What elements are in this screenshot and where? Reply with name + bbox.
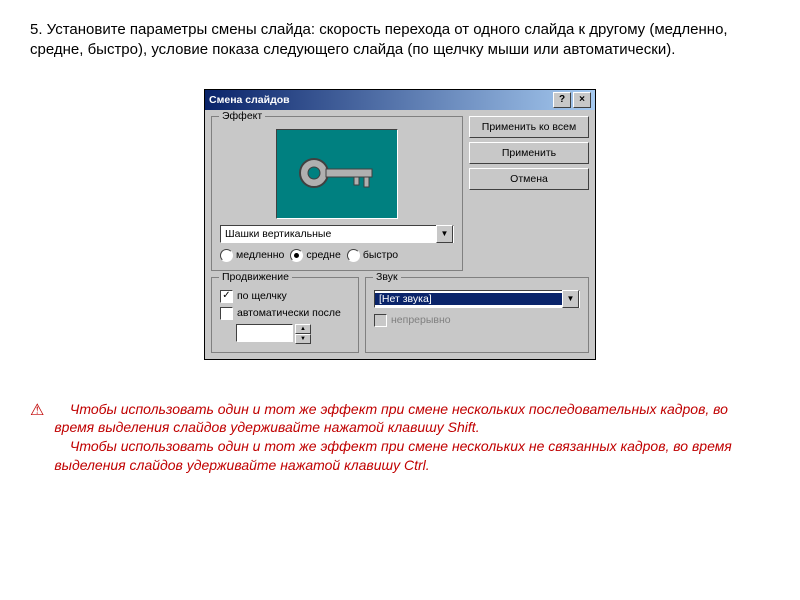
close-button[interactable]: × (573, 92, 591, 108)
chevron-down-icon[interactable]: ▼ (562, 290, 579, 308)
speed-slow-radio[interactable]: медленно (220, 249, 284, 262)
auto-after-checkbox[interactable]: автоматически после (220, 307, 350, 320)
spin-up-icon[interactable]: ▲ (295, 324, 311, 334)
apply-all-button[interactable]: Применить ко всем (469, 116, 589, 138)
effect-dropdown[interactable]: Шашки вертикальные ▼ (220, 225, 454, 243)
sound-value: [Нет звука] (375, 293, 562, 305)
advance-legend: Продвижение (219, 271, 292, 283)
advance-group: Продвижение ✓ по щелчку автоматически по… (211, 277, 359, 353)
help-button[interactable]: ? (553, 92, 571, 108)
titlebar[interactable]: Смена слайдов ? × (205, 90, 595, 110)
speed-fast-radio[interactable]: быстро (347, 249, 398, 262)
effect-group: Эффект Шашки вертикальные ▼ (211, 116, 463, 271)
instruction-text: 5. Установите параметры смены слайда: ск… (30, 20, 770, 61)
slide-transition-dialog: Смена слайдов ? × Эффект (204, 89, 596, 360)
time-input[interactable] (236, 324, 293, 342)
dialog-title: Смена слайдов (209, 94, 551, 106)
auto-time-spinner[interactable]: ▲ ▼ (236, 324, 350, 344)
sound-group: Звук [Нет звука] ▼ непрерывно (365, 277, 589, 353)
effect-preview[interactable] (276, 129, 398, 219)
on-click-checkbox[interactable]: ✓ по щелчку (220, 290, 350, 303)
button-column: Применить ко всем Применить Отмена (469, 116, 589, 271)
chevron-down-icon[interactable]: ▼ (436, 225, 453, 243)
loop-checkbox: непрерывно (374, 314, 580, 327)
effect-legend: Эффект (219, 110, 265, 122)
apply-button[interactable]: Применить (469, 142, 589, 164)
dialog-container: Смена слайдов ? × Эффект (30, 89, 770, 360)
sound-dropdown[interactable]: [Нет звука] ▼ (374, 290, 580, 308)
warning-note: ⚠ Чтобы использовать один и тот же эффек… (30, 400, 770, 476)
speed-radio-group: медленно средне быстро (220, 249, 454, 262)
key-icon (292, 151, 382, 196)
sound-legend: Звук (373, 271, 401, 283)
note-line1: Чтобы использовать один и тот же эффект … (54, 401, 728, 436)
cancel-button[interactable]: Отмена (469, 168, 589, 190)
effect-value: Шашки вертикальные (221, 228, 436, 240)
spin-down-icon[interactable]: ▼ (295, 334, 311, 344)
warning-icon: ⚠ (30, 400, 44, 476)
speed-medium-radio[interactable]: средне (290, 249, 340, 262)
note-line2: Чтобы использовать один и тот же эффект … (54, 438, 731, 473)
